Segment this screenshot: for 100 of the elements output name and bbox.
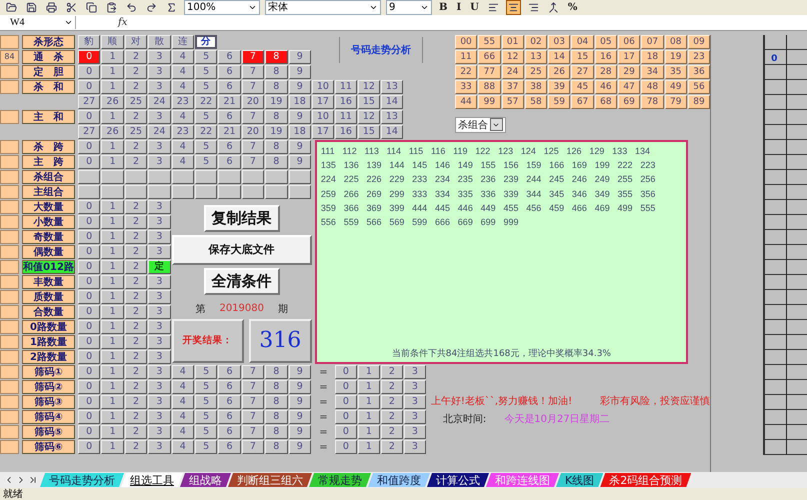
option-cell[interactable]: 5: [194, 394, 218, 409]
option-cell[interactable]: 5: [194, 140, 218, 154]
option-cell[interactable]: 24: [148, 124, 171, 139]
option-cell[interactable]: 25: [124, 94, 148, 109]
option-cell[interactable]: 7: [242, 440, 264, 454]
option-cell[interactable]: 7: [242, 394, 264, 409]
option-cell[interactable]: 7: [242, 380, 264, 394]
option-cell[interactable]: 1: [358, 394, 380, 409]
option-cell[interactable]: 3: [148, 110, 171, 124]
option-cell[interactable]: 2: [124, 320, 148, 334]
option-cell[interactable]: [172, 184, 194, 199]
option-cell[interactable]: 1: [358, 424, 380, 439]
option-cell[interactable]: 2: [124, 334, 148, 349]
option-cell[interactable]: 1: [101, 80, 124, 94]
option-cell[interactable]: [101, 184, 124, 199]
function-button[interactable]: fx: [118, 16, 128, 28]
option-cell[interactable]: 4: [172, 140, 194, 154]
option-cell[interactable]: 2: [380, 424, 403, 439]
combo-dropdown[interactable]: 杀组合: [454, 116, 506, 133]
number-cell[interactable]: 16: [594, 50, 617, 64]
number-cell[interactable]: 34: [641, 64, 664, 79]
option-cell[interactable]: 9: [288, 424, 311, 439]
option-cell[interactable]: [194, 170, 218, 184]
option-cell[interactable]: [265, 184, 288, 199]
option-cell[interactable]: 2: [124, 394, 148, 409]
option-cell[interactable]: 24: [148, 94, 171, 109]
number-cell[interactable]: 38: [524, 80, 548, 94]
option-cell[interactable]: 8: [265, 410, 288, 424]
option-cell[interactable]: 1: [358, 380, 380, 394]
option-cell[interactable]: 2: [124, 200, 148, 214]
number-cell[interactable]: 14: [548, 50, 570, 64]
option-cell[interactable]: 2: [124, 214, 148, 229]
option-cell[interactable]: 4: [172, 154, 194, 169]
option-cell[interactable]: 2: [124, 410, 148, 424]
number-cell[interactable]: 49: [664, 80, 687, 94]
option-cell[interactable]: 14: [380, 124, 403, 139]
option-cell[interactable]: 20: [242, 94, 264, 109]
option-cell[interactable]: 12: [358, 110, 380, 124]
option-cell[interactable]: 0: [78, 200, 100, 214]
option-cell[interactable]: 0: [334, 410, 357, 424]
option-cell[interactable]: [78, 184, 100, 199]
number-cell[interactable]: 68: [594, 94, 617, 109]
number-cell[interactable]: 67: [571, 94, 594, 109]
option-cell[interactable]: 9: [288, 50, 311, 64]
option-cell[interactable]: 1: [101, 50, 124, 64]
option-cell[interactable]: [101, 170, 124, 184]
option-cell[interactable]: 2: [380, 410, 403, 424]
option-cell[interactable]: 2: [124, 350, 148, 364]
number-cell[interactable]: 01: [502, 34, 524, 49]
option-cell[interactable]: 3: [148, 274, 171, 289]
option-cell[interactable]: 5: [194, 440, 218, 454]
option-cell[interactable]: 26: [101, 124, 124, 139]
option-cell[interactable]: 6: [218, 110, 241, 124]
option-cell[interactable]: 8: [265, 440, 288, 454]
option-cell[interactable]: [288, 170, 311, 184]
option-cell[interactable]: 10: [312, 80, 334, 94]
number-cell[interactable]: 06: [618, 34, 640, 49]
option-cell[interactable]: 1: [101, 110, 124, 124]
option-cell[interactable]: 21: [218, 94, 241, 109]
option-cell[interactable]: 散: [148, 34, 171, 49]
option-cell[interactable]: 8: [265, 80, 288, 94]
number-cell[interactable]: 66: [478, 50, 500, 64]
option-cell[interactable]: [265, 170, 288, 184]
option-cell[interactable]: 9: [288, 380, 311, 394]
option-cell[interactable]: 9: [288, 364, 311, 379]
option-cell[interactable]: 8: [265, 140, 288, 154]
option-cell[interactable]: [148, 184, 171, 199]
option-cell[interactable]: 0: [78, 290, 100, 304]
option-cell[interactable]: 8: [265, 364, 288, 379]
option-cell[interactable]: 1: [101, 394, 124, 409]
option-cell[interactable]: 1: [101, 64, 124, 79]
option-cell[interactable]: 0: [78, 110, 100, 124]
option-cell[interactable]: 4: [172, 424, 194, 439]
option-cell[interactable]: [172, 170, 194, 184]
option-cell[interactable]: 2: [124, 50, 148, 64]
option-cell[interactable]: 1: [101, 380, 124, 394]
option-cell[interactable]: 3: [148, 364, 171, 379]
option-cell[interactable]: 15: [358, 124, 380, 139]
number-cell[interactable]: 29: [618, 64, 640, 79]
option-cell[interactable]: 6: [218, 424, 241, 439]
option-cell[interactable]: 3: [148, 334, 171, 349]
number-cell[interactable]: 07: [641, 34, 664, 49]
number-cell[interactable]: 89: [688, 94, 710, 109]
option-cell[interactable]: 2: [124, 364, 148, 379]
option-cell[interactable]: 19: [265, 94, 288, 109]
option-cell[interactable]: 5: [194, 364, 218, 379]
option-cell[interactable]: 0: [78, 154, 100, 169]
option-cell[interactable]: [218, 170, 241, 184]
sheet-tab[interactable]: 常规走势: [309, 473, 371, 488]
number-cell[interactable]: 58: [524, 94, 548, 109]
save-file-button[interactable]: 保存大底文件: [172, 234, 312, 265]
option-cell[interactable]: 3: [148, 50, 171, 64]
option-cell[interactable]: 9: [288, 64, 311, 79]
option-cell[interactable]: [194, 184, 218, 199]
number-cell[interactable]: 05: [594, 34, 617, 49]
number-cell[interactable]: 77: [478, 64, 500, 79]
option-cell[interactable]: 9: [288, 110, 311, 124]
number-cell[interactable]: 36: [688, 64, 710, 79]
sheet-tab[interactable]: 组战略: [180, 473, 231, 488]
dropdown-arrow-button[interactable]: [490, 118, 503, 132]
